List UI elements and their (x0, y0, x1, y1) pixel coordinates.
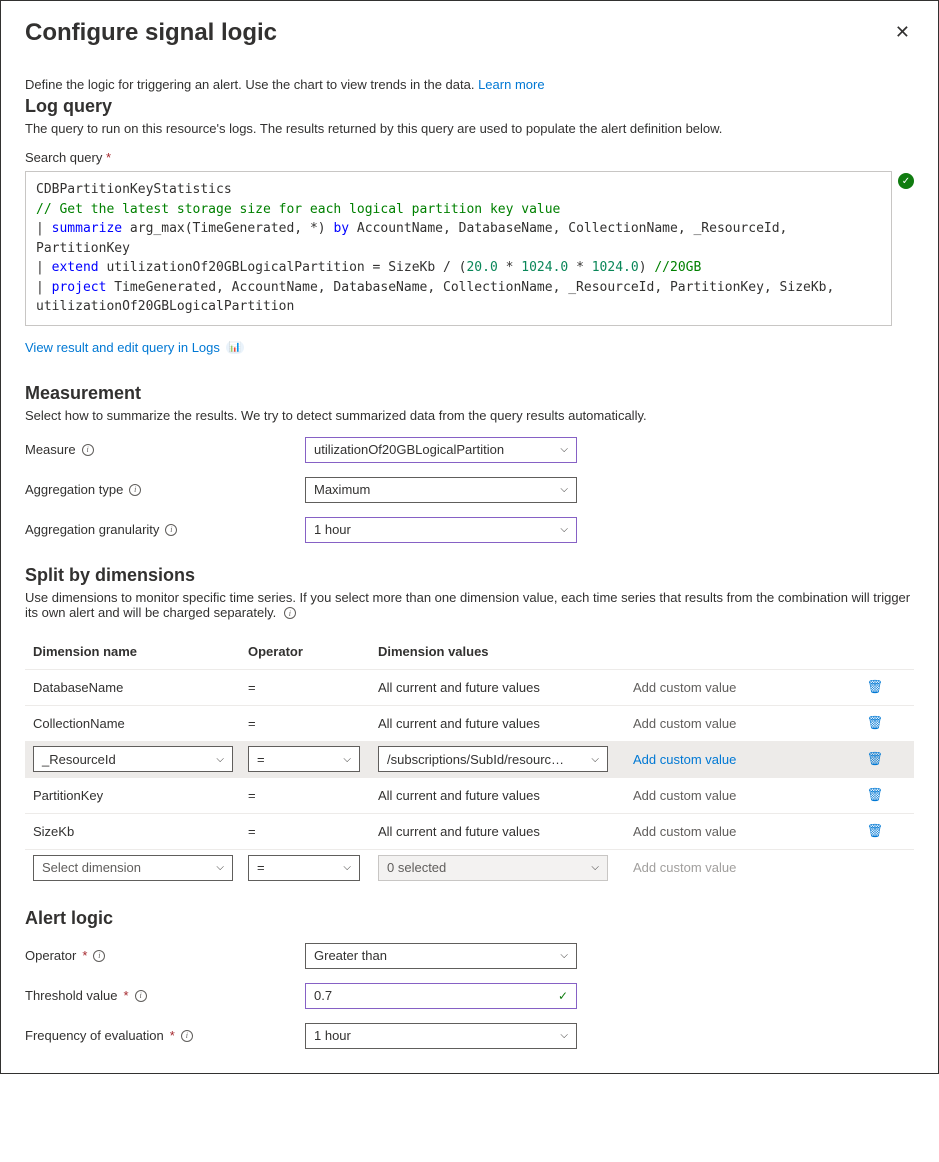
log-query-desc: The query to run on this resource's logs… (25, 121, 914, 136)
add-custom-value[interactable]: Add custom value (633, 788, 853, 803)
operator-select[interactable]: Greater than ⌵ (305, 943, 577, 969)
chevron-down-icon: ⌵ (560, 1030, 568, 1041)
col-header-name: Dimension name (33, 644, 248, 659)
dimension-name: DatabaseName (33, 680, 248, 695)
info-icon[interactable]: i (93, 950, 105, 962)
dimension-operator: = (248, 716, 378, 731)
aggregation-type-label: Aggregation type (25, 482, 123, 497)
query-valid-check-icon: ✓ (898, 173, 914, 189)
delete-icon[interactable]: 🗑 (866, 823, 883, 838)
view-result-link[interactable]: View result and edit query in Logs (25, 340, 220, 355)
logs-badge-icon: 📊 (226, 341, 244, 354)
table-row: CollectionName = All current and future … (25, 706, 914, 742)
add-custom-value[interactable]: Add custom value (633, 824, 853, 839)
info-icon[interactable]: i (181, 1030, 193, 1042)
info-icon[interactable]: i (129, 484, 141, 496)
close-icon[interactable]: ✕ (891, 19, 914, 45)
table-row: DatabaseName = All current and future va… (25, 670, 914, 706)
dimension-name: PartitionKey (33, 788, 248, 803)
dimensions-table: Dimension name Operator Dimension values… (25, 634, 914, 886)
table-row: _ResourceId ⌵ = ⌵ /subscriptions/SubId/r… (25, 742, 914, 778)
dimension-operator-select[interactable]: = ⌵ (248, 855, 360, 881)
dimension-operator: = (248, 680, 378, 695)
add-custom-value: Add custom value (633, 860, 853, 875)
split-desc: Use dimensions to monitor specific time … (25, 590, 914, 620)
dimension-values-select: 0 selected ⌵ (378, 855, 608, 881)
chevron-down-icon: ⌵ (343, 754, 351, 765)
table-row: SizeKb = All current and future values A… (25, 814, 914, 850)
threshold-input[interactable]: 0.7 ✓ (305, 983, 577, 1009)
chevron-down-icon: ⌵ (216, 754, 224, 765)
operator-label: Operator (25, 948, 76, 963)
chevron-down-icon: ⌵ (560, 444, 568, 455)
required-marker: * (124, 988, 129, 1003)
chevron-down-icon: ⌵ (591, 754, 599, 765)
dimension-operator: = (248, 788, 378, 803)
add-custom-value[interactable]: Add custom value (633, 680, 853, 695)
required-marker: * (170, 1028, 175, 1043)
info-icon[interactable]: i (284, 607, 296, 619)
log-query-heading: Log query (25, 96, 914, 117)
dimension-values: All current and future values (378, 716, 633, 731)
measure-label: Measure (25, 442, 76, 457)
dimension-values: All current and future values (378, 824, 633, 839)
valid-check-icon: ✓ (558, 989, 568, 1003)
chevron-down-icon: ⌵ (560, 524, 568, 535)
search-query-label: Search query (25, 150, 102, 165)
dimension-operator-select[interactable]: = ⌵ (248, 746, 360, 772)
alert-logic-heading: Alert logic (25, 908, 914, 929)
chevron-down-icon: ⌵ (560, 484, 568, 495)
page-title: Configure signal logic (25, 19, 277, 47)
aggregation-type-select[interactable]: Maximum ⌵ (305, 477, 577, 503)
delete-icon[interactable]: 🗑 (866, 679, 883, 694)
measurement-heading: Measurement (25, 383, 914, 404)
delete-icon[interactable]: 🗑 (866, 751, 883, 766)
frequency-label: Frequency of evaluation (25, 1028, 164, 1043)
frequency-select[interactable]: 1 hour ⌵ (305, 1023, 577, 1049)
info-icon[interactable]: i (135, 990, 147, 1002)
delete-icon[interactable]: 🗑 (866, 787, 883, 802)
chevron-down-icon: ⌵ (591, 862, 599, 873)
required-marker: * (106, 150, 111, 165)
learn-more-link[interactable]: Learn more (478, 77, 544, 92)
threshold-label: Threshold value (25, 988, 118, 1003)
aggregation-granularity-select[interactable]: 1 hour ⌵ (305, 517, 577, 543)
chevron-down-icon: ⌵ (343, 862, 351, 873)
search-query-editor[interactable]: CDBPartitionKeyStatistics // Get the lat… (25, 171, 892, 326)
add-custom-value[interactable]: Add custom value (633, 716, 853, 731)
aggregation-granularity-label: Aggregation granularity (25, 522, 159, 537)
dimension-name-select[interactable]: Select dimension ⌵ (33, 855, 233, 881)
dimension-values-select[interactable]: /subscriptions/SubId/resourc… ⌵ (378, 746, 608, 772)
delete-icon[interactable]: 🗑 (866, 715, 883, 730)
measure-select[interactable]: utilizationOf20GBLogicalPartition ⌵ (305, 437, 577, 463)
info-icon[interactable]: i (165, 524, 177, 536)
add-custom-value[interactable]: Add custom value (633, 752, 853, 767)
col-header-operator: Operator (248, 644, 378, 659)
chevron-down-icon: ⌵ (560, 950, 568, 961)
chevron-down-icon: ⌵ (216, 862, 224, 873)
info-icon[interactable]: i (82, 444, 94, 456)
dimension-name: CollectionName (33, 716, 248, 731)
dimension-values: All current and future values (378, 680, 633, 695)
table-row: PartitionKey = All current and future va… (25, 778, 914, 814)
dimension-name: SizeKb (33, 824, 248, 839)
measurement-desc: Select how to summarize the results. We … (25, 408, 914, 423)
col-header-values: Dimension values (378, 644, 633, 659)
intro-text: Define the logic for triggering an alert… (25, 77, 914, 92)
table-row: Select dimension ⌵ = ⌵ 0 selected ⌵ (25, 850, 914, 886)
dimension-values: All current and future values (378, 788, 633, 803)
dimension-operator: = (248, 824, 378, 839)
required-marker: * (82, 948, 87, 963)
split-heading: Split by dimensions (25, 565, 914, 586)
dimension-name-select[interactable]: _ResourceId ⌵ (33, 746, 233, 772)
